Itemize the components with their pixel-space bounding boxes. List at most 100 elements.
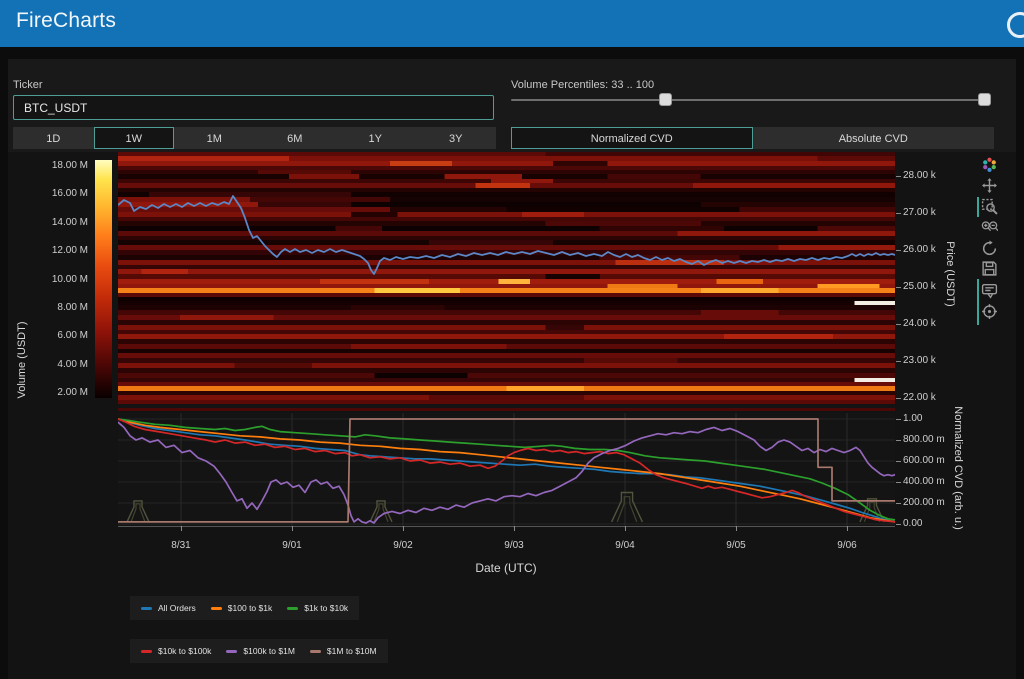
tick-mark	[896, 213, 901, 214]
tick-mark	[896, 461, 901, 462]
date-tick-label: 9/03	[489, 540, 539, 551]
pan-icon[interactable]	[981, 177, 998, 194]
tick-mark	[403, 526, 404, 531]
app-header: FireCharts	[0, 0, 1024, 47]
price-tick-label: 28.00 k	[903, 170, 936, 181]
legend-label: All Orders	[158, 603, 196, 613]
range-button-1w[interactable]: 1W	[94, 127, 175, 149]
legend-swatch	[141, 607, 152, 610]
chart-divider	[118, 408, 895, 411]
tick-mark	[514, 526, 515, 531]
date-tick-label: 9/06	[822, 540, 872, 551]
cvd-chart[interactable]	[118, 413, 895, 528]
cvd-button-absolute-cvd[interactable]: Absolute CVD	[753, 127, 995, 149]
cvd-button-group: Normalized CVDAbsolute CVD	[511, 127, 994, 149]
app-title: FireCharts	[16, 9, 116, 33]
legend-item--1m-to-10m[interactable]: $1M to $10M	[310, 646, 377, 656]
price-axis-title: Price (USDT)	[944, 214, 956, 334]
tick-mark	[181, 526, 182, 531]
cvd-axis-title: Normalized CVD (arb. u.)	[952, 398, 964, 538]
tooltip-active-indicator	[977, 279, 979, 325]
volume-tick-label: 14.00 M	[30, 217, 88, 228]
save-icon[interactable]	[981, 260, 998, 277]
volume-tick-label: 16.00 M	[30, 188, 88, 199]
range-button-group: 1D1W1M6M1Y3Y	[13, 127, 496, 149]
crosshair-icon[interactable]	[981, 303, 998, 320]
percentile-slider-max-handle[interactable]	[978, 93, 991, 106]
cvd-tick-label: 0.00	[903, 518, 922, 529]
volume-colorbar	[95, 160, 112, 398]
cvd-tick-label: 200.00 m	[903, 497, 945, 508]
ticker-label: Ticker	[13, 79, 43, 91]
legend-item--10k-to-100k[interactable]: $10k to $100k	[141, 646, 211, 656]
price-tick-label: 27.00 k	[903, 207, 936, 218]
price-tick-label: 22.00 k	[903, 392, 936, 403]
tick-mark	[896, 324, 901, 325]
heatmap-chart[interactable]	[118, 152, 895, 404]
legend-swatch	[211, 607, 222, 610]
range-button-1d[interactable]: 1D	[13, 127, 94, 149]
date-tick-label: 9/01	[267, 540, 317, 551]
tick-mark	[847, 526, 848, 531]
firecharts-app: FireCharts Ticker Volume Percentiles: 33…	[0, 0, 1024, 679]
zoom-active-indicator	[977, 197, 979, 217]
legend-item-all-orders[interactable]: All Orders	[141, 603, 196, 613]
zoom-in-out-icon[interactable]	[981, 219, 998, 236]
volume-tick-label: 8.00 M	[30, 302, 88, 313]
volume-tick-label: 18.00 M	[30, 160, 88, 171]
autoscale-icon[interactable]	[981, 240, 998, 257]
tick-mark	[292, 526, 293, 531]
date-tick-label: 8/31	[156, 540, 206, 551]
legend-swatch	[310, 650, 321, 653]
cvd-tick-label: 1.00	[903, 413, 922, 424]
percentile-slider-min-handle[interactable]	[659, 93, 672, 106]
ticker-input[interactable]	[13, 95, 494, 120]
legend-item--1k-to-10k[interactable]: $1k to $10k	[287, 603, 348, 613]
colorbar-axis-title: Volume (USDT)	[16, 300, 28, 420]
hover-tooltip-icon[interactable]	[981, 282, 998, 299]
volume-percentiles-label: Volume Percentiles: 33 .. 100	[511, 79, 654, 91]
legend-label: $1k to $10k	[304, 603, 348, 613]
price-tick-label: 25.00 k	[903, 281, 936, 292]
plotly-logo-icon[interactable]	[981, 156, 998, 173]
price-tick-label: 26.00 k	[903, 244, 936, 255]
legend-item--100k-to-1m[interactable]: $100k to $1M	[226, 646, 295, 656]
cvd-tick-label: 400.00 m	[903, 476, 945, 487]
tick-mark	[896, 176, 901, 177]
tick-mark	[896, 440, 901, 441]
date-axis-title: Date (UTC)	[446, 561, 566, 575]
volume-tick-label: 4.00 M	[30, 359, 88, 370]
tick-mark	[896, 524, 901, 525]
tick-mark	[896, 250, 901, 251]
range-button-1m[interactable]: 1M	[174, 127, 255, 149]
tick-mark	[896, 361, 901, 362]
percentile-slider-track[interactable]	[511, 99, 991, 101]
price-tick-label: 24.00 k	[903, 318, 936, 329]
date-tick-label: 9/05	[711, 540, 761, 551]
range-button-3y[interactable]: 3Y	[416, 127, 497, 149]
volume-tick-label: 2.00 M	[30, 387, 88, 398]
cvd-tick-label: 600.00 m	[903, 455, 945, 466]
legend-label: $1M to $10M	[327, 646, 377, 656]
github-icon[interactable]	[1007, 12, 1024, 38]
volume-tick-label: 12.00 M	[30, 245, 88, 256]
legend-item--100-to-1k[interactable]: $100 to $1k	[211, 603, 272, 613]
tick-mark	[896, 419, 901, 420]
cvd-tick-label: 800.00 m	[903, 434, 945, 445]
range-button-6m[interactable]: 6M	[255, 127, 336, 149]
cvd-button-normalized-cvd[interactable]: Normalized CVD	[511, 127, 753, 149]
volume-tick-label: 6.00 M	[30, 330, 88, 341]
date-tick-label: 9/02	[378, 540, 428, 551]
legend-label: $100k to $1M	[243, 646, 295, 656]
tick-mark	[896, 287, 901, 288]
box-zoom-icon[interactable]	[981, 198, 998, 215]
tick-mark	[896, 398, 901, 399]
legend-swatch	[226, 650, 237, 653]
date-tick-label: 9/04	[600, 540, 650, 551]
legend-swatch	[287, 607, 298, 610]
range-button-1y[interactable]: 1Y	[335, 127, 416, 149]
price-tick-label: 23.00 k	[903, 355, 936, 366]
tick-mark	[736, 526, 737, 531]
tick-mark	[896, 482, 901, 483]
tick-mark	[625, 526, 626, 531]
